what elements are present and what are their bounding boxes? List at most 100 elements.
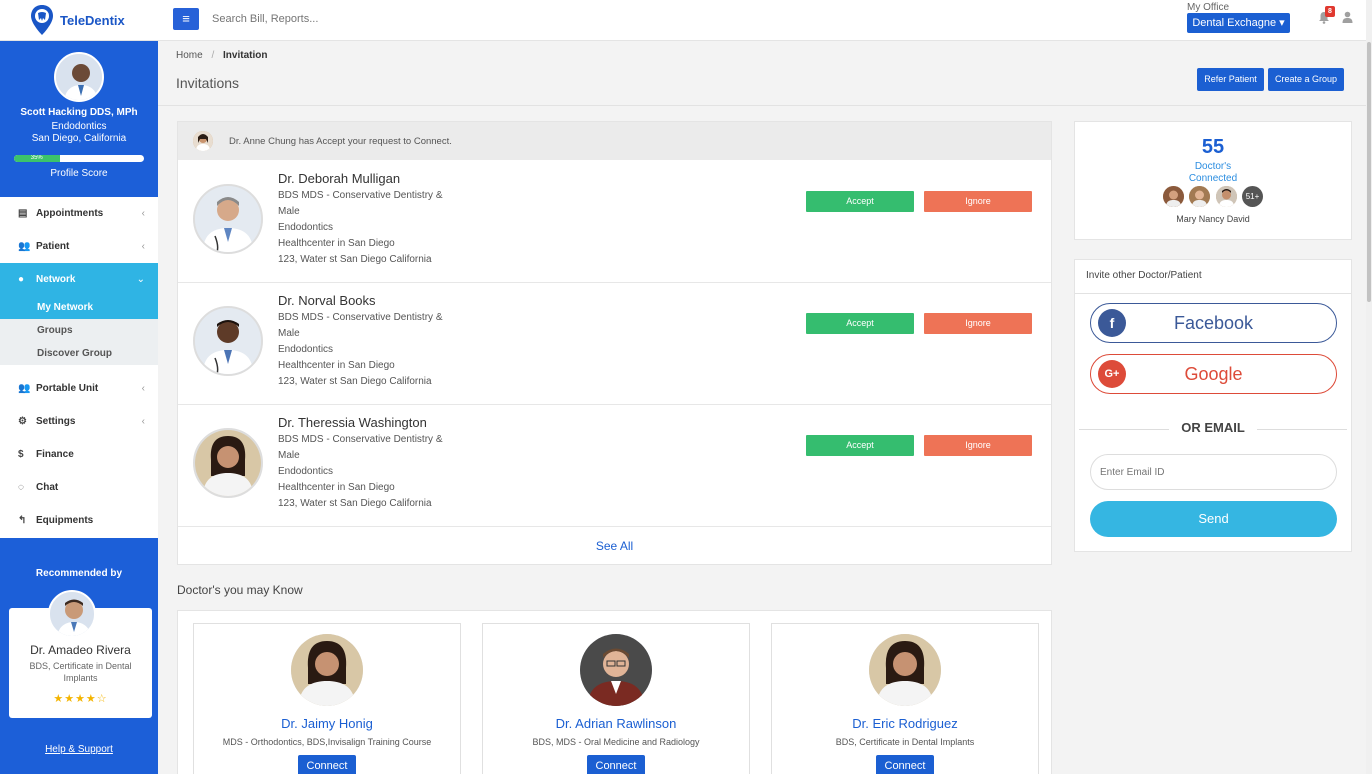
doctor-name[interactable]: Dr. Jaimy Honig: [194, 716, 460, 731]
hamburger-icon: ≡: [182, 11, 190, 26]
doctor-card: Dr. Adrian Rawlinson BDS, MDS - Oral Med…: [482, 623, 750, 774]
accept-button[interactable]: Accept: [806, 435, 914, 456]
sidebar-item-finance[interactable]: $ Finance: [0, 438, 158, 471]
user-icon[interactable]: [1342, 11, 1353, 26]
invitation-row: Dr. Theressia Washington BDS MDS - Conse…: [178, 405, 1051, 527]
facebook-button[interactable]: f Facebook: [1090, 303, 1337, 343]
invitation-gender: Male: [278, 206, 300, 217]
invitation-degree: BDS MDS - Conservative Dentistry &: [278, 434, 443, 445]
connect-button[interactable]: Connect: [298, 755, 356, 774]
sidebar-item-chat[interactable]: ◌ Chat: [0, 471, 158, 504]
sidebar-item-settings[interactable]: ⚙ Settings ‹: [0, 405, 158, 438]
id-card-icon: ▤: [18, 208, 28, 219]
notification-avatar: [193, 131, 213, 151]
scrollbar-thumb[interactable]: [1367, 42, 1371, 302]
invitation-gender: Male: [278, 328, 300, 339]
help-support-link[interactable]: Help & Support: [0, 744, 158, 755]
sidebar-subitem-discover-group[interactable]: Discover Group: [0, 342, 158, 365]
connect-button[interactable]: Connect: [587, 755, 645, 774]
chevron-left-icon: ‹: [141, 383, 145, 394]
facebook-icon: f: [1098, 309, 1126, 337]
facebook-label: Facebook: [1173, 312, 1254, 333]
sidebar-item-label: Equipments: [36, 515, 94, 526]
sidebar-item-label: Portable Unit: [36, 383, 99, 394]
breadcrumb-separator: /: [211, 50, 215, 61]
sidebar-item-label: Settings: [36, 416, 76, 427]
invite-title: Invite other Doctor/Patient: [1086, 270, 1202, 281]
connect-button[interactable]: Connect: [876, 755, 934, 774]
users-icon: 👥: [18, 383, 31, 394]
chevron-left-icon: ‹: [141, 416, 145, 427]
breadcrumb-current: Invitation: [223, 50, 268, 61]
gear-icon: ⚙: [18, 416, 27, 427]
sidebar-subitem-groups[interactable]: Groups: [0, 319, 158, 342]
notification-bar: Dr. Anne Chung has Accept your request t…: [178, 122, 1051, 160]
more-connections-badge[interactable]: 51+: [1242, 186, 1263, 207]
header-divider: [158, 105, 1366, 106]
invitation-avatar[interactable]: [193, 184, 263, 254]
invite-divider: [1075, 293, 1351, 294]
user-icon: ●: [18, 274, 25, 285]
sidebar-item-network[interactable]: ● Network ⌄: [0, 263, 158, 296]
ignore-button[interactable]: Ignore: [924, 191, 1032, 212]
sidebar-item-equipments[interactable]: ↰ Equipments: [0, 504, 158, 537]
doctor-degree: BDS, MDS - Oral Medicine and Radiology: [532, 737, 700, 747]
profile-avatar[interactable]: [54, 52, 104, 102]
know-panel: Dr. Jaimy Honig MDS - Orthodontics, BDS,…: [177, 610, 1052, 774]
connection-avatar[interactable]: [1163, 186, 1184, 207]
invitation-center: Healthcenter in San Diego: [278, 360, 395, 371]
ignore-button[interactable]: Ignore: [924, 435, 1032, 456]
sidebar-item-patient[interactable]: 👥 Patient ‹: [0, 230, 158, 263]
invitation-avatar[interactable]: [193, 428, 263, 498]
profile-score-fill: 35%: [14, 155, 60, 162]
profile-location: San Diego, California: [31, 133, 127, 144]
search-input[interactable]: [212, 13, 512, 25]
sidebar-item-label: Appointments: [36, 208, 104, 219]
logo[interactable]: TeleDentix: [30, 4, 125, 36]
ignore-button[interactable]: Ignore: [924, 313, 1032, 334]
doctor-degree: MDS - Orthodontics, BDS,Invisalign Train…: [222, 737, 432, 747]
connection-avatar[interactable]: [1216, 186, 1237, 207]
invitation-avatar[interactable]: [193, 306, 263, 376]
invitation-specialty: Endodontics: [278, 222, 334, 233]
doctor-avatar[interactable]: [869, 634, 941, 706]
invitation-degree: BDS MDS - Conservative Dentistry &: [278, 312, 443, 323]
email-input[interactable]: [1090, 454, 1337, 490]
accept-button[interactable]: Accept: [806, 191, 914, 212]
profile-specialty: Endodontics: [51, 121, 107, 132]
recommended-avatar[interactable]: [48, 590, 96, 638]
doctor-name[interactable]: Dr. Eric Rodriguez: [772, 716, 1038, 731]
google-button[interactable]: G+ Google: [1090, 354, 1337, 394]
send-button[interactable]: Send: [1090, 501, 1337, 537]
invitation-name[interactable]: Dr. Theressia Washington: [278, 415, 427, 430]
recommended-title: Recommended by: [35, 568, 123, 579]
accept-button[interactable]: Accept: [806, 313, 914, 334]
connection-avatar[interactable]: [1189, 186, 1210, 207]
menu-toggle-button[interactable]: ≡: [173, 8, 199, 30]
or-divider-right: [1257, 429, 1347, 430]
chat-icon: ◌: [18, 482, 24, 493]
refer-patient-button[interactable]: Refer Patient: [1197, 68, 1264, 91]
sidebar-item-label: Patient: [36, 241, 70, 252]
sidebar-item-portable-unit[interactable]: 👥 Portable Unit ‹: [0, 372, 158, 405]
invitations-panel: Dr. Anne Chung has Accept your request t…: [177, 121, 1052, 565]
create-group-button[interactable]: Create a Group: [1268, 68, 1344, 91]
top-bar: TeleDentix ≡ My Office Dental Exchagne ▾…: [0, 0, 1372, 41]
invitation-name[interactable]: Dr. Deborah Mulligan: [278, 171, 400, 186]
doctor-avatar[interactable]: [580, 634, 652, 706]
invite-card: Invite other Doctor/Patient f Facebook G…: [1074, 259, 1352, 552]
see-all-link[interactable]: See All: [178, 528, 1051, 565]
doctor-name[interactable]: Dr. Adrian Rawlinson: [483, 716, 749, 731]
invitation-center: Healthcenter in San Diego: [278, 482, 395, 493]
tooth-logo-icon: [31, 5, 53, 35]
breadcrumb-home[interactable]: Home: [176, 50, 203, 61]
doctor-avatar[interactable]: [291, 634, 363, 706]
office-dropdown[interactable]: Dental Exchagne ▾: [1187, 13, 1290, 33]
sidebar-item-appointments[interactable]: ▤ Appointments ‹: [0, 197, 158, 230]
invitation-name[interactable]: Dr. Norval Books: [278, 293, 376, 308]
connections-count: 55: [1201, 136, 1225, 158]
rating-stars: ★★★★☆: [53, 693, 108, 705]
sidebar-subitem-my-network[interactable]: My Network: [0, 296, 158, 319]
connections-label-2: Connected: [1188, 173, 1238, 184]
notification-text: Dr. Anne Chung has Accept your request t…: [229, 135, 452, 147]
